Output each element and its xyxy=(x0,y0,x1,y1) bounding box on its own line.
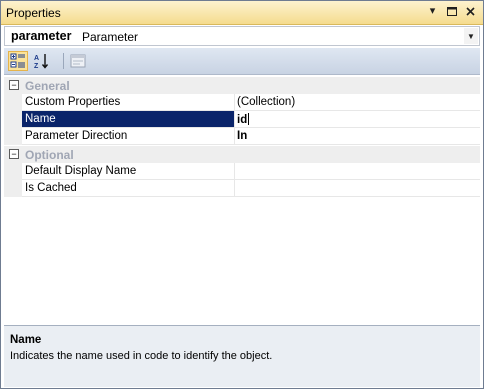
property-value: In xyxy=(237,130,248,142)
row-gutter xyxy=(4,163,22,180)
property-value-cell[interactable] xyxy=(234,111,480,128)
property-value-cell[interactable] xyxy=(234,128,480,145)
property-value-input[interactable]: id xyxy=(237,113,250,126)
property-grid: − General Custom Properties (Collection)… xyxy=(4,77,480,323)
alphabetical-icon[interactable]: A Z xyxy=(32,51,52,71)
categorized-icon[interactable] xyxy=(8,51,28,71)
window-title: Properties xyxy=(6,6,61,20)
description-pane: Name Indicates the name used in code to … xyxy=(4,325,480,387)
row-gutter xyxy=(4,180,22,197)
row-gutter xyxy=(4,94,22,111)
property-name: Default Display Name xyxy=(25,165,137,177)
properties-window: Properties ▾ parameter Parameter ▼ A Z −… xyxy=(0,0,484,389)
description-title: Name xyxy=(10,334,42,346)
property-row-name[interactable]: Name id xyxy=(4,111,480,128)
dropdown-arrow-icon[interactable]: ▾ xyxy=(426,5,439,18)
property-name: Is Cached xyxy=(25,182,77,194)
property-value-cell[interactable] xyxy=(234,163,480,180)
svg-text:A: A xyxy=(34,55,39,62)
properties-toolbar: A Z xyxy=(4,48,480,75)
text-caret xyxy=(248,113,250,125)
category-optional[interactable]: − Optional xyxy=(4,146,480,163)
close-icon[interactable] xyxy=(464,5,477,18)
property-value: id xyxy=(237,114,248,126)
object-type: Parameter xyxy=(82,30,139,44)
category-general[interactable]: − General xyxy=(4,77,480,94)
collapse-icon[interactable]: − xyxy=(9,80,19,90)
maximize-icon[interactable] xyxy=(445,5,458,18)
svg-text:Z: Z xyxy=(34,63,39,70)
property-value: (Collection) xyxy=(237,96,296,108)
row-gutter xyxy=(4,111,22,128)
property-name: Parameter Direction xyxy=(25,130,128,142)
row-gutter xyxy=(4,128,22,145)
toolbar-separator xyxy=(63,53,64,69)
window-controls: ▾ xyxy=(426,5,477,18)
description-text: Indicates the name used in code to ident… xyxy=(10,350,273,362)
category-label: General xyxy=(25,79,70,93)
chevron-down-icon[interactable]: ▼ xyxy=(464,28,478,44)
property-name: Name xyxy=(25,113,56,125)
property-row-is-cached[interactable]: Is Cached xyxy=(4,180,480,197)
property-row-default-display-name[interactable]: Default Display Name xyxy=(4,163,480,180)
property-row-parameter-direction[interactable]: Parameter Direction In xyxy=(4,128,480,145)
object-selector[interactable]: parameter Parameter ▼ xyxy=(4,26,480,46)
property-value-cell[interactable] xyxy=(234,180,480,197)
collapse-icon[interactable]: − xyxy=(9,149,19,159)
property-pages-icon[interactable] xyxy=(68,51,88,71)
title-bar[interactable]: Properties ▾ xyxy=(1,1,483,25)
object-name: parameter xyxy=(11,29,72,43)
property-row-custom-properties[interactable]: Custom Properties (Collection) xyxy=(4,94,480,111)
category-label: Optional xyxy=(25,148,74,162)
property-name: Custom Properties xyxy=(25,96,121,108)
